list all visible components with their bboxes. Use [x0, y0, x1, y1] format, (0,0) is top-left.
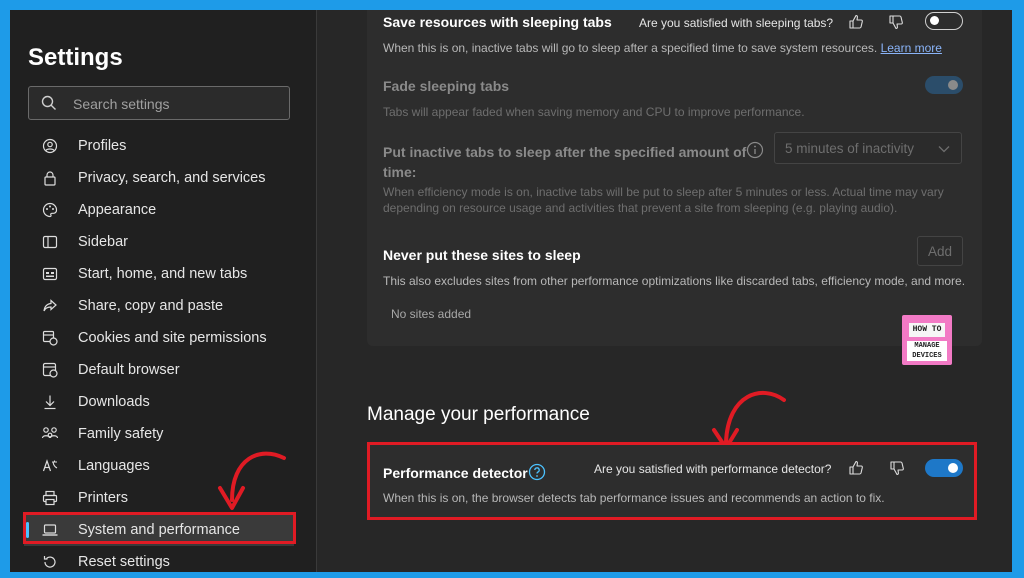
- sidebar-item-label: Start, home, and new tabs: [78, 266, 248, 282]
- logo-bottom-text: MANAGE DEVICES: [907, 341, 947, 361]
- thumbs-up-icon[interactable]: [848, 14, 864, 30]
- palette-icon: [41, 201, 59, 219]
- sidebar-item-label: Family safety: [78, 426, 164, 442]
- how-to-manage-devices-logo: HOW TO MANAGE DEVICES: [902, 315, 952, 365]
- sidebar-item-label: Sidebar: [78, 234, 128, 250]
- performance-detector-title: Performance detector: [383, 465, 528, 481]
- section-title: Manage your performance: [367, 404, 590, 425]
- thumbs-down-icon[interactable]: [888, 14, 904, 30]
- logo-top-text: HOW TO: [909, 323, 945, 337]
- search-input[interactable]: [71, 93, 275, 115]
- logo-line: MANAGE: [914, 342, 940, 350]
- sidebar-item-label: Share, copy and paste: [78, 298, 224, 314]
- sidebar-item-label: Default browser: [78, 362, 180, 378]
- sidebar-item-label: Appearance: [78, 202, 157, 218]
- inactive-tabs-title: Put inactive tabs to sleep after the spe…: [383, 142, 746, 182]
- inactive-tabs-description: When efficiency mode is on, inactive tab…: [383, 184, 944, 216]
- sidebar-item-label: Privacy, search, and services: [78, 170, 266, 186]
- sidebar-item-label: Printers: [78, 490, 128, 506]
- performance-detector-toggle[interactable]: [925, 459, 963, 477]
- learn-more-link[interactable]: Learn more: [881, 41, 942, 55]
- sidebar-item-default-browser[interactable]: Default browser: [24, 354, 294, 386]
- no-sites-text: No sites added: [391, 307, 472, 321]
- toggle-knob: [948, 80, 958, 90]
- sleep-timeout-select[interactable]: 5 minutes of inactivity: [774, 132, 962, 164]
- red-arrow-icon: [218, 451, 286, 510]
- browser-icon: [41, 361, 59, 379]
- languages-icon: [41, 457, 59, 475]
- sleeping-tabs-description: When this is on, inactive tabs will go t…: [383, 40, 942, 56]
- sidebar-item-label: Cookies and site permissions: [78, 330, 267, 346]
- printer-icon: [41, 489, 59, 507]
- title-line: Put inactive tabs to sleep after the spe…: [383, 144, 747, 160]
- description-line: When efficiency mode is on, inactive tab…: [383, 185, 944, 199]
- download-icon: [41, 393, 59, 411]
- sidebar-item-profiles[interactable]: Profiles: [24, 130, 294, 162]
- sidebar-item-family-safety[interactable]: Family safety: [24, 418, 294, 450]
- reset-icon: [41, 553, 59, 571]
- performance-detector-description: When this is on, the browser detects tab…: [383, 491, 885, 505]
- sidebar: Settings Profiles Privacy, search, and s…: [10, 10, 316, 572]
- share-icon: [41, 297, 59, 315]
- search-box[interactable]: [28, 86, 290, 120]
- title-line: time:: [383, 164, 417, 180]
- toggle-knob: [930, 16, 939, 25]
- never-sleep-description: This also excludes sites from other perf…: [383, 274, 966, 288]
- sidebar-item-downloads[interactable]: Downloads: [24, 386, 294, 418]
- profile-icon: [41, 137, 59, 155]
- thumbs-down-icon[interactable]: [889, 460, 905, 476]
- sleep-timeout-value: 5 minutes of inactivity: [785, 141, 915, 156]
- fade-tabs-description: Tabs will appear faded when saving memor…: [383, 105, 805, 119]
- search-icon: [41, 95, 56, 110]
- settings-window: Settings Profiles Privacy, search, and s…: [10, 10, 1012, 572]
- sidebar-item-sidebar[interactable]: Sidebar: [24, 226, 294, 258]
- sidebar-icon: [41, 233, 59, 251]
- info-icon[interactable]: [746, 141, 764, 159]
- highlight-box-sidebar: [23, 512, 296, 544]
- add-site-button[interactable]: Add: [917, 236, 963, 266]
- cookies-icon: [41, 329, 59, 347]
- sidebar-item-start-home[interactable]: Start, home, and new tabs: [24, 258, 294, 290]
- sleeping-tabs-feedback: Are you satisfied with sleeping tabs?: [639, 16, 834, 30]
- help-icon[interactable]: [528, 463, 546, 481]
- never-sleep-title: Never put these sites to sleep: [383, 247, 581, 263]
- sidebar-item-label: Downloads: [78, 394, 150, 410]
- description-text: When this is on, inactive tabs will go t…: [383, 41, 878, 55]
- sidebar-item-cookies[interactable]: Cookies and site permissions: [24, 322, 294, 354]
- thumbs-up-icon[interactable]: [848, 460, 864, 476]
- description-line: depending on resource usage and activiti…: [383, 201, 898, 215]
- home-tabs-icon: [41, 265, 59, 283]
- performance-feedback: Are you satisfied with performance detec…: [594, 462, 832, 476]
- chevron-down-icon: [938, 146, 950, 153]
- family-icon: [41, 425, 59, 443]
- toggle-knob: [948, 463, 958, 473]
- fade-tabs-toggle[interactable]: [925, 76, 963, 94]
- sleeping-tabs-title: Save resources with sleeping tabs: [383, 14, 612, 30]
- sidebar-item-label: Languages: [78, 458, 150, 474]
- logo-line: DEVICES: [912, 352, 942, 360]
- pane-divider: [316, 10, 317, 572]
- sidebar-item-label: Reset settings: [78, 554, 170, 570]
- performance-detector-card: Performance detector Are you satisfied w…: [367, 442, 977, 520]
- sidebar-item-reset[interactable]: Reset settings: [24, 546, 294, 572]
- lock-icon: [41, 169, 59, 187]
- sidebar-item-share[interactable]: Share, copy and paste: [24, 290, 294, 322]
- sidebar-item-privacy[interactable]: Privacy, search, and services: [24, 162, 294, 194]
- sleeping-tabs-toggle[interactable]: [925, 12, 963, 30]
- fade-tabs-title: Fade sleeping tabs: [383, 78, 510, 94]
- page-title: Settings: [28, 44, 123, 71]
- sidebar-item-appearance[interactable]: Appearance: [24, 194, 294, 226]
- sidebar-item-label: Profiles: [78, 138, 127, 154]
